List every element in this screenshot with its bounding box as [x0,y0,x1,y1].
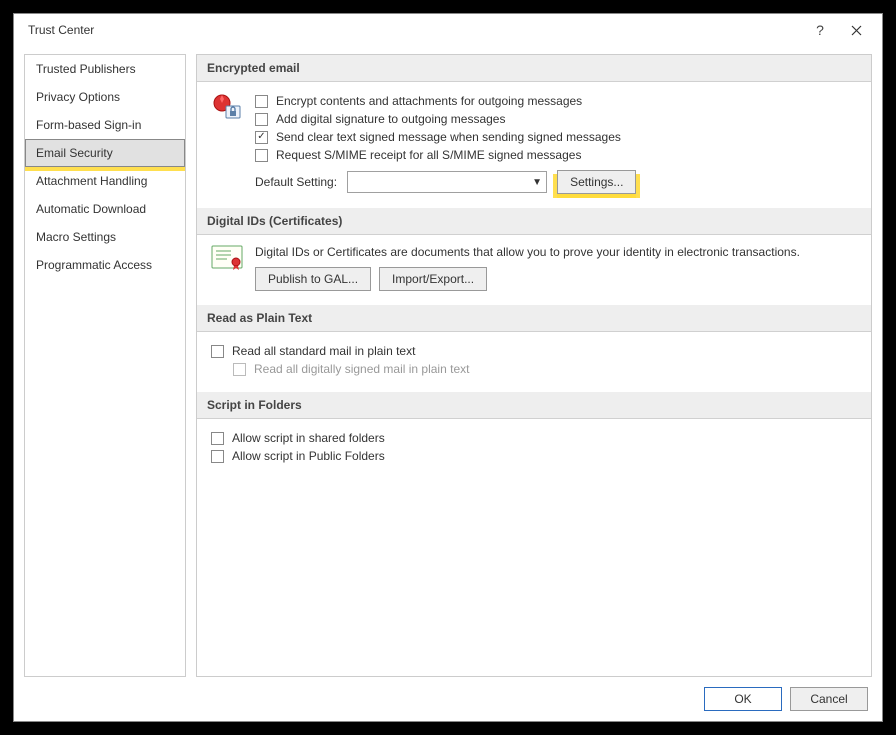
checkbox-icon [211,345,224,358]
checkbox-icon [211,450,224,463]
sidebar-item-email-security[interactable]: Email Security [25,139,185,167]
checkbox-script-shared[interactable]: Allow script in shared folders [211,429,857,447]
checkbox-icon [255,95,268,108]
close-button[interactable] [838,16,874,44]
sidebar: Trusted Publishers Privacy Options Form-… [24,54,186,677]
default-setting-label: Default Setting: [255,175,337,189]
import-export-button[interactable]: Import/Export... [379,267,487,291]
sidebar-item-attachment-handling[interactable]: Attachment Handling [25,167,185,195]
trust-center-dialog: Trust Center ? Trusted Publishers Privac… [13,13,883,722]
checkbox-request-smime-receipt[interactable]: Request S/MIME receipt for all S/MIME si… [255,146,857,164]
digital-ids-desc: Digital IDs or Certificates are document… [255,245,800,259]
sidebar-item-automatic-download[interactable]: Automatic Download [25,195,185,223]
checkbox-icon [255,113,268,126]
settings-button[interactable]: Settings... [557,170,636,194]
main-panel: Encrypted email [196,54,872,677]
ok-button[interactable]: OK [704,687,782,711]
cancel-button[interactable]: Cancel [790,687,868,711]
certificate-icon [211,245,245,274]
close-icon [851,25,862,36]
checkbox-send-clear-text[interactable]: Send clear text signed message when send… [255,128,857,146]
section-encrypted-header: Encrypted email [197,55,871,82]
sidebar-item-form-based-signin[interactable]: Form-based Sign-in [25,111,185,139]
sidebar-item-privacy-options[interactable]: Privacy Options [25,83,185,111]
sidebar-item-macro-settings[interactable]: Macro Settings [25,223,185,251]
checkbox-icon [233,363,246,376]
checkbox-read-signed-plain: Read all digitally signed mail in plain … [233,360,857,378]
section-script-folders-header: Script in Folders [197,392,871,419]
dialog-footer: OK Cancel [14,677,882,721]
section-digital-ids-header: Digital IDs (Certificates) [197,208,871,235]
seal-lock-icon [211,92,245,127]
checkbox-add-signature[interactable]: Add digital signature to outgoing messag… [255,110,857,128]
checkbox-encrypt-contents[interactable]: Encrypt contents and attachments for out… [255,92,857,110]
titlebar: Trust Center ? [14,14,882,46]
checkbox-icon [211,432,224,445]
checkbox-icon [255,131,268,144]
window-title: Trust Center [28,23,94,37]
checkbox-read-all-plain[interactable]: Read all standard mail in plain text [211,342,857,360]
section-plain-text-header: Read as Plain Text [197,305,871,332]
default-setting-combo[interactable]: ▼ [347,171,547,193]
sidebar-item-programmatic-access[interactable]: Programmatic Access [25,251,185,279]
chevron-down-icon: ▼ [532,177,542,188]
publish-to-gal-button[interactable]: Publish to GAL... [255,267,371,291]
checkbox-script-public[interactable]: Allow script in Public Folders [211,447,857,465]
sidebar-item-trusted-publishers[interactable]: Trusted Publishers [25,55,185,83]
checkbox-icon [255,149,268,162]
help-button[interactable]: ? [802,16,838,44]
